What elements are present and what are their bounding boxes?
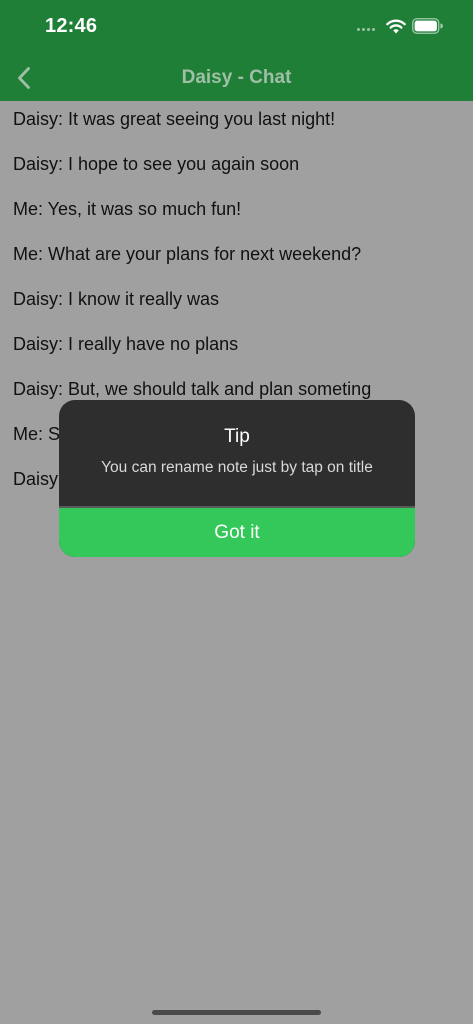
chat-message: Daisy: I hope to see you again soon: [13, 154, 300, 174]
tip-title: Tip: [224, 426, 250, 447]
wifi-icon: [386, 19, 406, 34]
chat-message: Daisy: It was great seeing you last nigh…: [13, 109, 336, 129]
tip-dialog: Tip You can rename note just by tap on t…: [59, 400, 415, 557]
navigation-bar: Daisy - Chat: [0, 56, 473, 101]
got-it-button[interactable]: Got it: [59, 508, 415, 557]
chat-message: Me: What are your plans for next weekend…: [13, 244, 362, 264]
status-time: 12:46: [45, 15, 98, 37]
home-indicator[interactable]: [152, 1010, 321, 1015]
battery-icon: [412, 18, 443, 34]
chevron-left-icon: [18, 67, 30, 89]
back-button[interactable]: [6, 58, 42, 98]
chat-message: Daisy: I know it really was: [13, 289, 220, 309]
chat-message: Daisy: I really have no plans: [13, 334, 239, 354]
chat-title[interactable]: Daisy - Chat: [0, 56, 473, 99]
chat-message: Me: Yes, it was so much fun!: [13, 199, 242, 219]
tip-message: You can rename note just by tap on title: [101, 459, 373, 476]
cellular-signal-icon: [357, 28, 375, 31]
status-bar: 12:46: [0, 0, 473, 56]
